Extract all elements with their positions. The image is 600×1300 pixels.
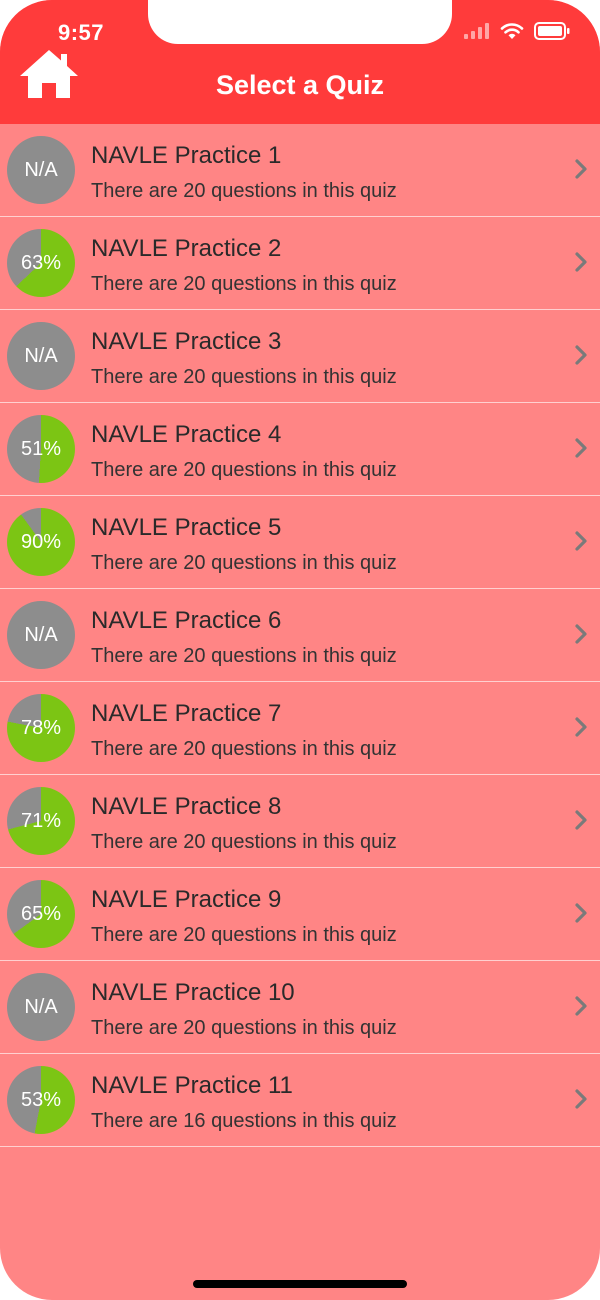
quiz-row[interactable]: 51% NAVLE Practice 4 There are 20 questi… xyxy=(0,403,600,496)
quiz-question-count: There are 20 questions in this quiz xyxy=(91,552,397,574)
phone-screen: 9:57 Select a Quiz N/A NAVLE Practice 1 … xyxy=(0,0,600,1300)
quiz-title: NAVLE Practice 8 xyxy=(91,793,282,820)
quiz-title: NAVLE Practice 9 xyxy=(91,886,282,913)
status-icons xyxy=(464,22,570,40)
quiz-question-count: There are 20 questions in this quiz xyxy=(91,459,397,481)
quiz-question-count: There are 20 questions in this quiz xyxy=(91,273,397,295)
quiz-title: NAVLE Practice 4 xyxy=(91,421,282,448)
score-badge: 90% xyxy=(7,508,75,576)
quiz-row[interactable]: 90% NAVLE Practice 5 There are 20 questi… xyxy=(0,496,600,589)
quiz-question-count: There are 20 questions in this quiz xyxy=(91,738,397,760)
quiz-title: NAVLE Practice 7 xyxy=(91,700,282,727)
quiz-title: NAVLE Practice 10 xyxy=(91,979,295,1006)
quiz-title: NAVLE Practice 2 xyxy=(91,235,282,262)
score-badge-label: 51% xyxy=(20,437,62,460)
quiz-question-count: There are 20 questions in this quiz xyxy=(91,366,397,388)
score-badge-label: N/A xyxy=(24,344,58,367)
signal-icon xyxy=(464,23,489,39)
chevron-right-icon xyxy=(575,438,587,458)
score-badge-label: 53% xyxy=(20,1088,62,1111)
quiz-row[interactable]: N/A NAVLE Practice 10 There are 20 quest… xyxy=(0,961,600,1054)
score-badge-label: N/A xyxy=(24,158,58,181)
score-badge: N/A xyxy=(7,136,75,204)
score-badge: 78% xyxy=(7,694,75,762)
quiz-row[interactable]: 78% NAVLE Practice 7 There are 20 questi… xyxy=(0,682,600,775)
score-badge: N/A xyxy=(7,322,75,390)
quiz-row[interactable]: 53% NAVLE Practice 11 There are 16 quest… xyxy=(0,1054,600,1147)
score-badge-label: 71% xyxy=(20,809,62,832)
score-badge: 51% xyxy=(7,415,75,483)
quiz-row[interactable]: 65% NAVLE Practice 9 There are 20 questi… xyxy=(0,868,600,961)
quiz-title: NAVLE Practice 1 xyxy=(91,142,282,169)
page-title: Select a Quiz xyxy=(215,70,385,100)
quiz-question-count: There are 20 questions in this quiz xyxy=(91,924,397,946)
quiz-question-count: There are 20 questions in this quiz xyxy=(91,645,397,667)
score-badge: N/A xyxy=(7,601,75,669)
score-badge-label: 63% xyxy=(20,251,62,274)
quiz-row[interactable]: 71% NAVLE Practice 8 There are 20 questi… xyxy=(0,775,600,868)
device-notch xyxy=(148,0,452,44)
nav-bar: 9:57 Select a Quiz xyxy=(0,0,600,124)
chevron-right-icon xyxy=(575,624,587,644)
quiz-row[interactable]: 63% NAVLE Practice 2 There are 20 questi… xyxy=(0,217,600,310)
score-badge: 53% xyxy=(7,1066,75,1134)
quiz-title: NAVLE Practice 3 xyxy=(91,328,282,355)
quiz-question-count: There are 20 questions in this quiz xyxy=(91,180,397,202)
chevron-right-icon xyxy=(575,903,587,923)
quiz-row[interactable]: N/A NAVLE Practice 6 There are 20 questi… xyxy=(0,589,600,682)
chevron-right-icon xyxy=(575,1089,587,1109)
battery-icon xyxy=(534,22,570,40)
quiz-title: NAVLE Practice 5 xyxy=(91,514,282,541)
quiz-title: NAVLE Practice 6 xyxy=(91,607,282,634)
quiz-question-count: There are 16 questions in this quiz xyxy=(91,1110,397,1132)
chevron-right-icon xyxy=(575,531,587,551)
chevron-right-icon xyxy=(575,996,587,1016)
home-indicator[interactable] xyxy=(193,1280,407,1288)
status-time: 9:57 xyxy=(58,20,105,45)
chevron-right-icon xyxy=(575,345,587,365)
chevron-right-icon xyxy=(575,810,587,830)
score-badge-label: 78% xyxy=(20,716,62,739)
quiz-row[interactable]: N/A NAVLE Practice 1 There are 20 questi… xyxy=(0,124,600,217)
score-badge: 71% xyxy=(7,787,75,855)
quiz-question-count: There are 20 questions in this quiz xyxy=(91,1017,397,1039)
chevron-right-icon xyxy=(575,252,587,272)
score-badge-label: N/A xyxy=(24,623,58,646)
score-badge-label: N/A xyxy=(24,995,58,1018)
quiz-question-count: There are 20 questions in this quiz xyxy=(91,831,397,853)
chevron-right-icon xyxy=(575,159,587,179)
score-badge: 65% xyxy=(7,880,75,948)
wifi-icon xyxy=(500,23,524,39)
score-badge-label: 65% xyxy=(20,902,62,925)
chevron-right-icon xyxy=(575,717,587,737)
quiz-title: NAVLE Practice 11 xyxy=(91,1072,293,1099)
quiz-list: N/A NAVLE Practice 1 There are 20 questi… xyxy=(0,124,600,1147)
score-badge: 63% xyxy=(7,229,75,297)
score-badge-label: 90% xyxy=(20,530,62,553)
quiz-row[interactable]: N/A NAVLE Practice 3 There are 20 questi… xyxy=(0,310,600,403)
score-badge: N/A xyxy=(7,973,75,1041)
